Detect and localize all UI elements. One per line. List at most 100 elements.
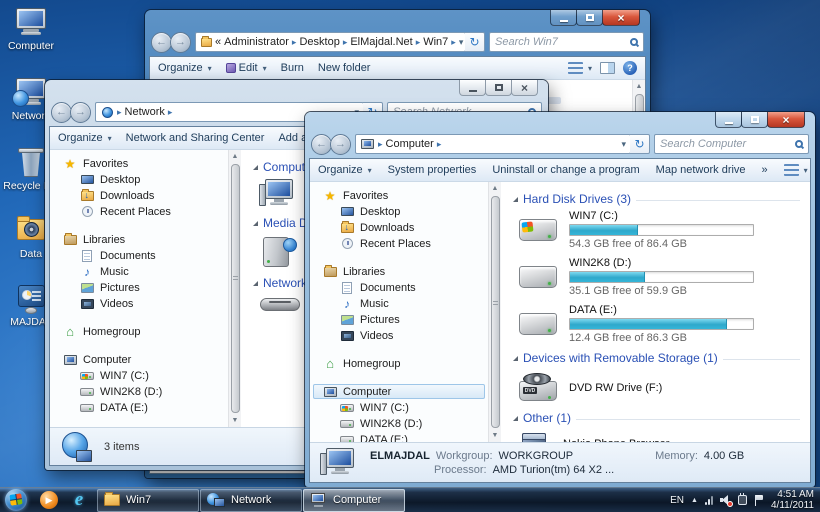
close-button[interactable]: × (602, 10, 640, 26)
scrollbar[interactable]: ▲ ▼ (488, 182, 501, 442)
drive-item-data-e[interactable]: DATA (E:) 12.4 GB free of 86.3 GB (517, 304, 800, 344)
breadcrumb-win7[interactable]: Win7 (423, 36, 448, 48)
breadcrumb-desktop[interactable]: Desktop (299, 36, 339, 48)
computer-window-titlebar[interactable]: × (309, 112, 811, 133)
drive-item-win2k8-d[interactable]: WIN2K8 (D:) 35.1 GB free of 59.9 GB (517, 257, 800, 297)
breadcrumb-administrator[interactable]: Administrator (224, 36, 289, 48)
taskbar-button-computer[interactable]: Computer (303, 488, 405, 512)
address-dropdown-icon[interactable]: ▾ (459, 37, 464, 48)
back-button[interactable]: ← (51, 101, 72, 123)
new-folder-button[interactable]: New folder (318, 62, 371, 74)
sidebar-item-documents[interactable]: Documents (313, 280, 485, 295)
forward-button[interactable]: → (330, 133, 351, 155)
organize-menu[interactable]: Organize (158, 62, 212, 74)
search-input[interactable] (495, 36, 630, 48)
sidebar-item-recent-places[interactable]: Recent Places (313, 236, 485, 251)
search-box[interactable] (654, 134, 809, 154)
burn-button[interactable]: Burn (281, 62, 304, 74)
power-icon[interactable] (737, 493, 747, 505)
toolbar-overflow-button[interactable]: » (762, 164, 768, 176)
address-dropdown-icon[interactable]: ▾ (621, 139, 626, 150)
sidebar-item-videos[interactable]: Videos (313, 328, 485, 343)
refresh-button[interactable]: ↻ (465, 32, 485, 52)
sidebar-item-documents[interactable]: Documents (53, 248, 225, 263)
language-indicator[interactable]: EN (670, 495, 684, 506)
sidebar-item-favorites[interactable]: ★ Favorites (53, 156, 225, 171)
edit-menu[interactable]: Edit (225, 62, 267, 74)
sidebar-item-downloads[interactable]: Downloads (53, 188, 225, 203)
group-header-removable-storage[interactable]: Devices with Removable Storage (1) (523, 351, 718, 365)
scrollbar[interactable]: ▲ ▼ (228, 150, 241, 427)
uninstall-program-button[interactable]: Uninstall or change a program (492, 164, 639, 176)
breadcrumb-overflow[interactable]: « (215, 36, 221, 48)
help-icon[interactable]: ? (623, 61, 637, 75)
group-header-other[interactable]: Other (1) (523, 411, 571, 425)
sidebar-item-favorites[interactable]: ★ Favorites (313, 188, 485, 203)
breadcrumb-computer[interactable]: Computer (386, 138, 434, 150)
back-button[interactable]: ← (151, 31, 172, 53)
sidebar-item-pictures[interactable]: Pictures (53, 280, 225, 295)
sidebar-item-libraries[interactable]: Libraries (53, 232, 225, 247)
taskbar-button-network[interactable]: Network (200, 488, 302, 512)
forward-button[interactable]: → (170, 31, 191, 53)
sidebar-item-desktop[interactable]: Desktop (53, 172, 225, 187)
address-bar[interactable]: « Administrator ▸ Desktop ▸ ElMajdal.Net ▸ … (195, 32, 466, 52)
win7-window-titlebar[interactable]: × (149, 10, 646, 31)
maximize-button[interactable] (485, 80, 512, 96)
organize-menu[interactable]: Organize (58, 132, 112, 144)
minimize-button[interactable] (715, 112, 742, 128)
collapse-triangle-icon[interactable] (513, 196, 518, 202)
start-button[interactable] (5, 489, 27, 511)
scroll-up-icon[interactable]: ▲ (492, 182, 499, 195)
change-view-button[interactable] (567, 62, 592, 74)
system-properties-button[interactable]: System properties (388, 164, 477, 176)
sidebar-item-downloads[interactable]: Downloads (313, 220, 485, 235)
sidebar-item-win7-c[interactable]: WIN7 (C:) (53, 368, 225, 383)
action-center-flag-icon[interactable] (754, 494, 764, 506)
forward-button[interactable]: → (70, 101, 91, 123)
sidebar-item-recent-places[interactable]: Recent Places (53, 204, 225, 219)
dvd-drive-item[interactable]: DVD DVD RW Drive (F:) (517, 371, 800, 405)
sidebar-item-music[interactable]: ♪ Music (53, 264, 225, 279)
breadcrumb-elmajdal-net[interactable]: ElMajdal.Net (350, 36, 412, 48)
desktop-icon-computer[interactable]: Computer (2, 8, 60, 52)
scroll-down-icon[interactable]: ▼ (492, 429, 499, 442)
drive-item-win7-c[interactable]: WIN7 (C:) 54.3 GB free of 86.4 GB (517, 210, 800, 250)
taskbar-button-win7[interactable]: Win7 (97, 488, 199, 512)
clock[interactable]: 4:51 AM 4/11/2011 (771, 489, 814, 511)
sidebar-item-videos[interactable]: Videos (53, 296, 225, 311)
sidebar-item-libraries[interactable]: Libraries (313, 264, 485, 279)
sidebar-item-win2k8-d[interactable]: WIN2K8 (D:) (53, 384, 225, 399)
sidebar-item-computer[interactable]: Computer (313, 384, 485, 399)
maximize-button[interactable] (741, 112, 768, 128)
scroll-up-icon[interactable]: ▲ (636, 80, 643, 93)
media-player-taskbar-icon[interactable]: ▶ (37, 488, 61, 512)
address-bar[interactable]: ▸ Computer ▸ ▾ (355, 134, 631, 154)
preview-pane-icon[interactable] (600, 62, 615, 74)
minimize-button[interactable] (550, 10, 577, 26)
sidebar-item-desktop[interactable]: Desktop (313, 204, 485, 219)
organize-menu[interactable]: Organize (318, 164, 372, 176)
scroll-down-icon[interactable]: ▼ (232, 414, 239, 427)
collapse-triangle-icon[interactable] (253, 280, 258, 286)
collapse-triangle-icon[interactable] (513, 355, 518, 361)
close-button[interactable]: × (767, 112, 805, 128)
sidebar-item-homegroup[interactable]: ⌂ Homegroup (313, 356, 485, 371)
maximize-button[interactable] (576, 10, 603, 26)
search-box[interactable] (489, 32, 644, 52)
close-button[interactable]: × (511, 80, 538, 96)
sidebar-item-win7-c[interactable]: WIN7 (C:) (313, 400, 485, 415)
breadcrumb-network[interactable]: Network (125, 106, 165, 118)
network-window-titlebar[interactable]: × (49, 80, 544, 101)
sidebar-item-data-e[interactable]: DATA (E:) (313, 432, 485, 442)
collapse-triangle-icon[interactable] (513, 415, 518, 421)
search-input[interactable] (660, 138, 795, 150)
nokia-phone-browser-item[interactable]: Nokia Phone Browser System Folder (517, 431, 800, 442)
scrollbar-thumb[interactable] (230, 164, 240, 413)
minimize-button[interactable] (459, 80, 486, 96)
map-network-drive-button[interactable]: Map network drive (656, 164, 746, 176)
network-tray-icon[interactable] (704, 495, 713, 505)
network-sharing-center-button[interactable]: Network and Sharing Center (126, 132, 265, 144)
scrollbar-thumb[interactable] (490, 196, 500, 428)
scroll-up-icon[interactable]: ▲ (232, 150, 239, 163)
